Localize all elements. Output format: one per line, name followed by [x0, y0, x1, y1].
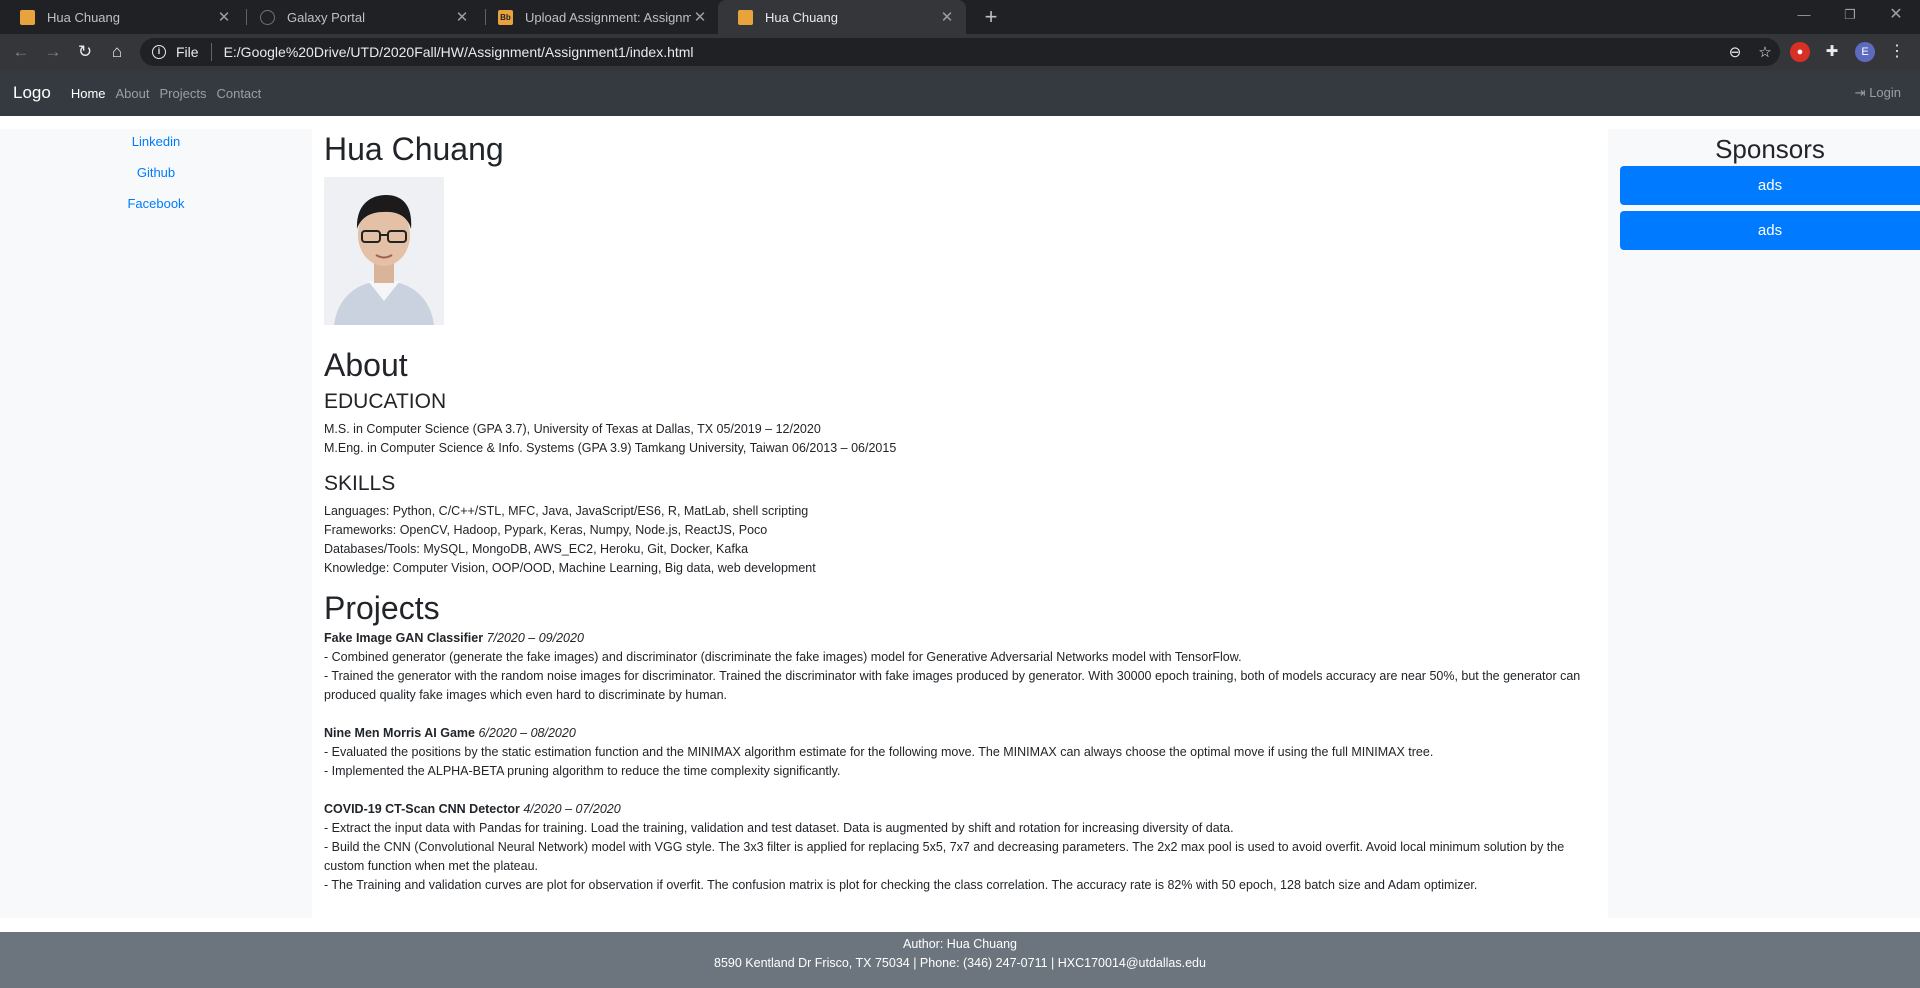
tab-title: Hua Chuang — [765, 9, 838, 25]
project-title: Nine Men Morris AI Game — [324, 726, 475, 740]
login-icon: ⇥ — [1854, 85, 1866, 100]
main-content: Hua Chuang About EDUCATION M.S. in Compu… — [324, 129, 1596, 918]
close-icon[interactable]: ✕ — [691, 8, 709, 26]
brand-logo[interactable]: Logo — [13, 83, 51, 103]
project-title: Fake Image GAN Classifier — [324, 631, 484, 645]
education-item: M.Eng. in Computer Science & Info. Syste… — [324, 441, 897, 455]
menu-kebab-icon[interactable]: ⋮ — [1887, 42, 1907, 62]
nav-about[interactable]: About — [116, 86, 150, 101]
home-icon[interactable]: ⌂ — [104, 39, 130, 65]
project-point: - Implemented the ALPHA-BETA pruning alg… — [324, 764, 841, 778]
education-list: M.S. in Computer Science (GPA 3.7), Univ… — [324, 420, 1596, 458]
bookmark-star-icon[interactable]: ☆ — [1750, 43, 1780, 61]
avatar[interactable]: E — [1855, 42, 1875, 62]
projects-list: Fake Image GAN Classifier 7/2020 – 09/20… — [324, 629, 1596, 895]
skill-item: Databases/Tools: MySQL, MongoDB, AWS_EC2… — [324, 542, 749, 556]
blackboard-icon: Bb — [498, 9, 513, 25]
project-item: COVID-19 CT-Scan CNN Detector 4/2020 – 0… — [324, 800, 1596, 895]
login-link[interactable]: ⇥ Login — [1855, 85, 1901, 101]
address-divider — [210, 43, 212, 61]
site-navbar: Logo Home About Projects Contact ⇥ Login — [0, 70, 1920, 116]
left-sidebar: Linkedin Github Facebook — [0, 129, 312, 918]
close-icon[interactable]: ✕ — [938, 8, 956, 26]
globe-icon — [260, 9, 275, 25]
tab-title: Galaxy Portal — [287, 9, 366, 25]
zoom-icon[interactable]: ⊖ — [1720, 43, 1750, 61]
project-date: 4/2020 – 07/2020 — [523, 802, 621, 816]
close-icon[interactable]: ✕ — [215, 8, 233, 26]
about-heading: About — [324, 347, 408, 383]
project-date: 6/2020 – 08/2020 — [478, 726, 576, 740]
footer-contact: 8590 Kentland Dr Frisco, TX 75034 | Phon… — [714, 956, 1206, 970]
login-label: Login — [1869, 85, 1901, 100]
project-item: Fake Image GAN Classifier 7/2020 – 09/20… — [324, 629, 1596, 705]
back-arrow-icon[interactable]: ← — [8, 39, 34, 65]
address-bar[interactable]: i File E:/Google%20Drive/UTD/2020Fall/HW… — [140, 38, 1780, 66]
tab-title: Hua Chuang — [47, 9, 120, 25]
reload-icon[interactable]: ↻ — [72, 39, 98, 65]
skills-list: Languages: Python, C/C++/STL, MFC, Java,… — [324, 502, 1596, 578]
skills-heading: SKILLS — [324, 472, 396, 495]
sidebar-link-facebook[interactable]: Facebook — [0, 191, 312, 222]
skill-item: Languages: Python, C/C++/STL, MFC, Java,… — [324, 504, 809, 518]
window-close-icon[interactable]: ✕ — [1874, 0, 1918, 30]
browser-tab-strip: Hua Chuang ✕ Galaxy Portal ✕ Bb Upload A… — [0, 0, 1920, 34]
html-file-icon — [20, 9, 35, 25]
browser-toolbar: ← → ↻ ⌂ i File E:/Google%20Drive/UTD/202… — [0, 34, 1920, 70]
address-scheme-label: File — [176, 44, 199, 60]
browser-tab-4-active[interactable]: Hua Chuang ✕ — [718, 0, 966, 34]
close-icon[interactable]: ✕ — [453, 8, 471, 26]
sponsors-sidebar: Sponsors ads ads — [1608, 129, 1920, 918]
address-url[interactable]: E:/Google%20Drive/UTD/2020Fall/HW/Assign… — [224, 44, 1720, 60]
browser-tab-3[interactable]: Bb Upload Assignment: Assignment ✕ — [478, 0, 719, 34]
project-title: COVID-19 CT-Scan CNN Detector — [324, 802, 520, 816]
minimize-icon[interactable]: — — [1782, 0, 1826, 30]
ad-button-1[interactable]: ads — [1620, 166, 1920, 205]
projects-heading: Projects — [324, 590, 440, 626]
site-footer: Author: Hua Chuang 8590 Kentland Dr Fris… — [0, 932, 1920, 988]
project-point: - Extract the input data with Pandas for… — [324, 821, 1234, 835]
skill-item: Frameworks: OpenCV, Hadoop, Pypark, Kera… — [324, 523, 768, 537]
project-item: Nine Men Morris AI Game 6/2020 – 08/2020… — [324, 724, 1596, 781]
sponsors-title: Sponsors — [1715, 134, 1825, 164]
info-icon[interactable]: i — [152, 45, 166, 59]
project-point: - Combined generator (generate the fake … — [324, 650, 1242, 664]
puzzle-extensions-icon[interactable]: ✚ — [1822, 42, 1842, 62]
profile-photo — [324, 177, 444, 325]
footer-author: Author: Hua Chuang — [903, 937, 1017, 951]
project-point: - Trained the generator with the random … — [324, 669, 1581, 702]
html-file-icon — [738, 9, 753, 25]
portrait-image — [324, 177, 444, 325]
new-tab-icon[interactable]: + — [978, 4, 1004, 30]
page-title: Hua Chuang — [324, 131, 504, 167]
sidebar-link-github[interactable]: Github — [0, 160, 312, 191]
nav-contact[interactable]: Contact — [216, 86, 261, 101]
browser-tab-1[interactable]: Hua Chuang ✕ — [0, 0, 243, 34]
skill-item: Knowledge: Computer Vision, OOP/OOD, Mac… — [324, 561, 816, 575]
restore-icon[interactable]: ❐ — [1828, 0, 1872, 30]
education-heading: EDUCATION — [324, 390, 447, 413]
education-item: M.S. in Computer Science (GPA 3.7), Univ… — [324, 422, 821, 436]
browser-tab-2[interactable]: Galaxy Portal ✕ — [240, 0, 481, 34]
tab-title: Upload Assignment: Assignment — [525, 9, 691, 25]
project-date: 7/2020 – 09/2020 — [486, 631, 584, 645]
extension-icon[interactable]: ● — [1790, 42, 1810, 62]
sidebar-link-linkedin[interactable]: Linkedin — [0, 129, 312, 160]
project-point: - Evaluated the positions by the static … — [324, 745, 1434, 759]
project-point: - Build the CNN (Convolutional Neural Ne… — [324, 840, 1565, 873]
nav-projects[interactable]: Projects — [160, 86, 207, 101]
nav-home[interactable]: Home — [71, 86, 106, 101]
forward-arrow-icon[interactable]: → — [40, 39, 66, 65]
project-point: - The Training and validation curves are… — [324, 878, 1478, 892]
ad-button-2[interactable]: ads — [1620, 211, 1920, 250]
